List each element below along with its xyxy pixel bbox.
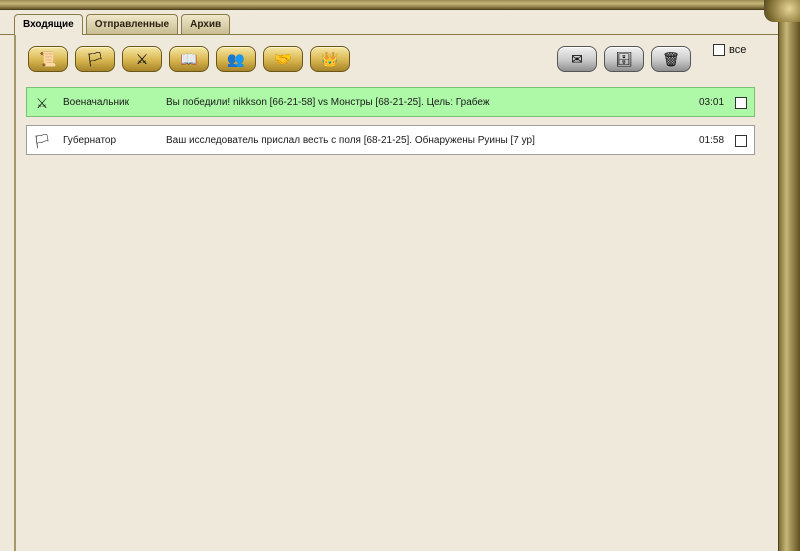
sword-shield-icon: ⚔ bbox=[135, 51, 149, 67]
filter-science-button[interactable]: 📖 bbox=[169, 46, 209, 72]
message-row[interactable]: 🏳 Губернатор Ваш исследователь прислал в… bbox=[26, 125, 755, 155]
envelope-icon: ✉ bbox=[571, 51, 583, 67]
select-all-label: все bbox=[729, 44, 747, 56]
message-subject[interactable]: Вы победили! nikkson [66-21-58] vs Монст… bbox=[166, 97, 490, 108]
filter-alliance-button[interactable]: 👥 bbox=[216, 46, 256, 72]
tab-inbox[interactable]: Входящие bbox=[14, 14, 83, 35]
archive-button[interactable]: 🗄 bbox=[604, 46, 644, 72]
message-checkbox[interactable] bbox=[735, 135, 747, 147]
message-sender: Губернатор bbox=[63, 135, 117, 146]
filter-commander-button[interactable]: 👑 bbox=[310, 46, 350, 72]
right-frame-border bbox=[778, 0, 800, 551]
mail-tabs: Входящие Отправленные Архив bbox=[14, 14, 231, 35]
filter-battle-button[interactable]: ⚔ bbox=[122, 46, 162, 72]
book-icon: 📖 bbox=[180, 51, 198, 67]
filter-governor-button[interactable]: 🏳 bbox=[75, 46, 115, 72]
message-time: 03:01 bbox=[699, 97, 725, 108]
tab-archive[interactable]: Архив bbox=[181, 14, 231, 34]
battle-icon: ⚔ bbox=[35, 94, 49, 111]
tab-sent[interactable]: Отправленные bbox=[85, 14, 179, 34]
message-checkbox[interactable] bbox=[735, 97, 747, 109]
filter-trade-button[interactable]: 🤝 bbox=[263, 46, 303, 72]
select-all[interactable]: все bbox=[713, 44, 746, 56]
people-icon: 👥 bbox=[227, 51, 245, 67]
flag-icon: 🏳 bbox=[86, 51, 104, 67]
flag-icon: 🏳 bbox=[33, 132, 51, 149]
mark-read-button[interactable]: ✉ bbox=[557, 46, 597, 72]
message-subject[interactable]: Ваш исследователь прислал весть с поля [… bbox=[166, 135, 535, 146]
filter-all-button[interactable]: 📜 bbox=[28, 46, 68, 72]
select-all-checkbox[interactable] bbox=[713, 44, 725, 56]
message-time: 01:58 bbox=[699, 135, 725, 146]
top-frame-border bbox=[0, 0, 800, 10]
delete-button[interactable]: 🗑 bbox=[651, 46, 691, 72]
message-row[interactable]: ⚔ Военачальник Вы победили! nikkson [66-… bbox=[26, 87, 755, 117]
scroll-icon: 📜 bbox=[39, 51, 57, 67]
archive-icon: 🗄 bbox=[615, 51, 633, 67]
frame-corner-ornament bbox=[764, 0, 800, 22]
handshake-icon: 🤝 bbox=[274, 51, 292, 67]
trash-icon: 🗑 bbox=[662, 51, 680, 67]
message-sender: Военачальник bbox=[63, 97, 129, 108]
commander-icon: 👑 bbox=[321, 51, 339, 67]
